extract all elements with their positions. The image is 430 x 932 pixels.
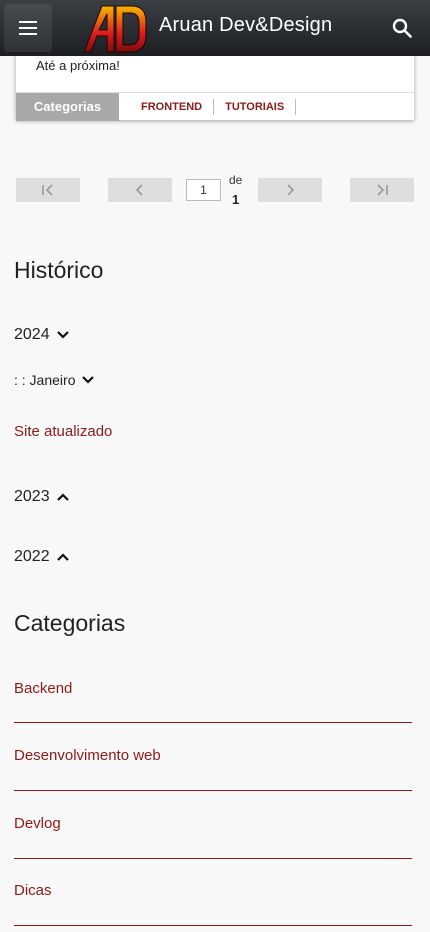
- categories-label: Categorias: [16, 92, 119, 121]
- category-item[interactable]: Dicas: [14, 882, 412, 926]
- history-post-link[interactable]: Site atualizado: [14, 423, 112, 440]
- month-label: : : Janeiro: [14, 372, 76, 388]
- history-month-janeiro[interactable]: : : Janeiro: [14, 372, 95, 388]
- search-icon: [392, 18, 412, 38]
- year-label: 2023: [14, 488, 50, 505]
- first-page-button[interactable]: [16, 178, 80, 202]
- prev-page-icon: [135, 184, 143, 196]
- categories-heading: Categorias: [14, 610, 126, 636]
- year-label: 2024: [14, 326, 50, 343]
- year-label: 2022: [14, 548, 50, 565]
- chevron-down-icon: [82, 376, 95, 384]
- category-label: Desenvolvimento web: [14, 747, 161, 764]
- first-page-icon: [42, 184, 53, 196]
- next-page-icon: [287, 184, 295, 196]
- page-total: 1: [232, 192, 240, 207]
- history-year-2024[interactable]: 2024: [14, 326, 70, 344]
- chevron-down-icon: [56, 331, 69, 339]
- chevron-up-icon: [56, 553, 69, 561]
- category-item[interactable]: Desenvolvimento web: [14, 747, 412, 791]
- chevron-up-icon: [56, 493, 69, 501]
- post-categories-bar: Categorias FRONTEND TUTORIAIS: [16, 92, 414, 121]
- category-item[interactable]: Devlog: [14, 815, 412, 859]
- last-page-icon: [377, 184, 388, 196]
- next-page-button[interactable]: [258, 178, 322, 202]
- category-link-tutoriais[interactable]: TUTORIAIS: [214, 98, 297, 115]
- search-button[interactable]: [388, 14, 416, 42]
- last-page-button[interactable]: [350, 178, 414, 202]
- site-title[interactable]: Aruan Dev&Design: [159, 14, 332, 37]
- site-logo[interactable]: [82, 2, 148, 54]
- menu-button[interactable]: [4, 4, 52, 52]
- category-label: Devlog: [14, 815, 61, 832]
- menu-icon: [19, 21, 37, 35]
- category-item[interactable]: Backend: [14, 680, 412, 723]
- app-bar: Aruan Dev&Design: [0, 0, 430, 56]
- history-year-2022[interactable]: 2022: [14, 548, 70, 566]
- history-heading: Histórico: [14, 257, 104, 283]
- post-excerpt: Até a próxima!: [36, 58, 120, 73]
- history-year-2023[interactable]: 2023: [14, 488, 70, 506]
- page-of-label: de: [229, 173, 243, 187]
- page-number-input[interactable]: 1: [186, 179, 221, 201]
- prev-page-button[interactable]: [108, 178, 172, 202]
- category-label: Backend: [14, 680, 73, 697]
- category-link-frontend[interactable]: FRONTEND: [130, 98, 215, 115]
- category-label: Dicas: [14, 882, 52, 899]
